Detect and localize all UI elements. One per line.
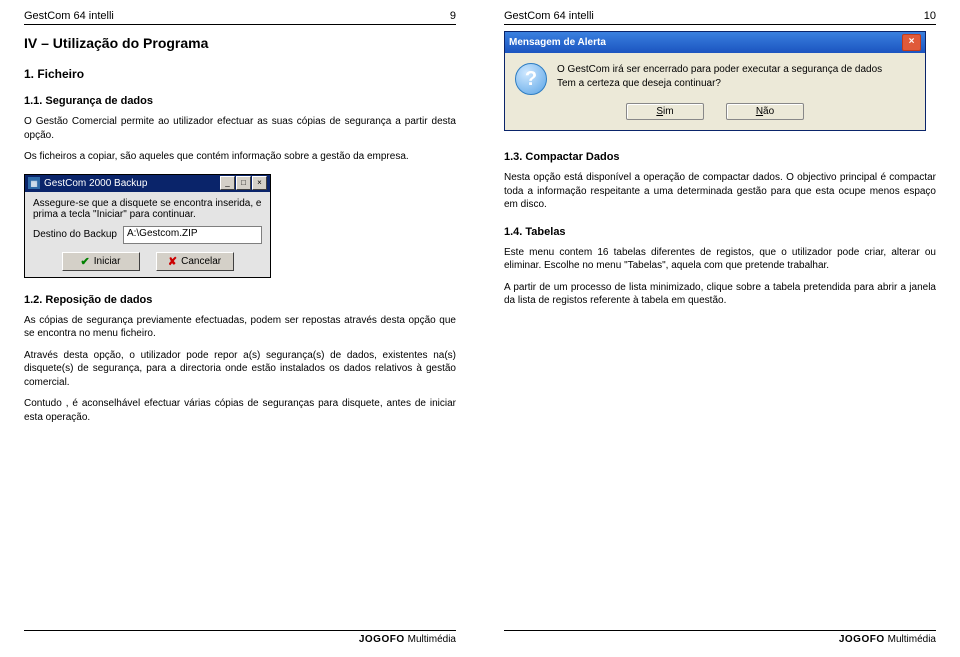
- cancel-label: Cancelar: [181, 256, 221, 267]
- minimize-button[interactable]: _: [220, 176, 235, 190]
- alert-close-button[interactable]: ×: [902, 34, 921, 51]
- page-right: GestCom 64 intelli 10 Mensagem de Alerta…: [480, 0, 960, 657]
- x-icon: ✘: [168, 255, 177, 268]
- start-label: Iniciar: [94, 256, 121, 267]
- header-title: GestCom 64 intelli: [24, 10, 114, 22]
- alert-message: O GestCom irá ser encerrado para poder e…: [557, 63, 915, 95]
- alert-line1: O GestCom irá ser encerrado para poder e…: [557, 63, 915, 77]
- header-row: GestCom 64 intelli 9: [24, 10, 456, 25]
- heading-compactar: 1.3. Compactar Dados: [504, 151, 936, 163]
- backup-dialog: ▦ GestCom 2000 Backup _ □ × Assegure-se …: [24, 174, 271, 278]
- para-1: O Gestão Comercial permite ao utilizador…: [24, 115, 456, 142]
- header-title-right: GestCom 64 intelli: [504, 10, 594, 22]
- page-number-right: 10: [924, 10, 936, 22]
- page-left: GestCom 64 intelli 9 IV – Utilização do …: [0, 0, 480, 657]
- footer-logo: JOGOFO: [359, 634, 405, 645]
- page-number: 9: [450, 10, 456, 22]
- para-6: Nesta opção está disponível a operação d…: [504, 171, 936, 212]
- maximize-button[interactable]: □: [236, 176, 251, 190]
- alert-line2: Tem a certeza que deseja continuar?: [557, 77, 915, 91]
- para-7: Este menu contem 16 tabelas diferentes d…: [504, 246, 936, 273]
- backup-title: GestCom 2000 Backup: [44, 178, 147, 189]
- alert-title: Mensagem de Alerta: [509, 37, 606, 48]
- backup-message: Assegure-se que a disquete se encontra i…: [33, 198, 262, 220]
- backup-titlebar: ▦ GestCom 2000 Backup _ □ ×: [25, 175, 270, 192]
- backup-dest-label: Destino do Backup: [33, 229, 117, 240]
- footer-text-right: Multimédia: [888, 634, 936, 645]
- no-button[interactable]: Não: [726, 103, 804, 120]
- footer: JOGOFO Multimédia: [24, 630, 456, 645]
- backup-dest-input[interactable]: A:\Gestcom.ZIP: [123, 226, 262, 244]
- footer-right: JOGOFO Multimédia: [504, 630, 936, 645]
- heading-reposicao: 1.2. Reposição de dados: [24, 294, 456, 306]
- footer-logo-right: JOGOFO: [839, 634, 885, 645]
- start-button[interactable]: ✔ Iniciar: [62, 252, 140, 271]
- para-5: Contudo , é aconselhável efectuar várias…: [24, 397, 456, 424]
- no-underline: N: [756, 106, 763, 117]
- header-row-right: GestCom 64 intelli 10: [504, 10, 936, 25]
- heading-seguranca: 1.1. Segurança de dados: [24, 95, 456, 107]
- alert-dialog: Mensagem de Alerta × ? O GestCom irá ser…: [504, 31, 926, 131]
- no-rest: ão: [763, 106, 774, 117]
- yes-rest: im: [663, 106, 674, 117]
- alert-body: ? O GestCom irá ser encerrado para poder…: [505, 53, 925, 103]
- backup-body: Assegure-se que a disquete se encontra i…: [25, 192, 270, 277]
- para-2: Os ficheiros a copiar, são aqueles que c…: [24, 150, 456, 164]
- heading-ficheiro: 1. Ficheiro: [24, 67, 456, 81]
- check-icon: ✔: [81, 255, 90, 268]
- heading-tabelas: 1.4. Tabelas: [504, 226, 936, 238]
- para-3: As cópias de segurança previamente efect…: [24, 314, 456, 341]
- close-button[interactable]: ×: [252, 176, 267, 190]
- backup-dest-field: Destino do Backup A:\Gestcom.ZIP: [33, 226, 262, 244]
- alert-titlebar: Mensagem de Alerta ×: [505, 32, 925, 53]
- chapter-title: IV – Utilização do Programa: [24, 35, 456, 51]
- question-icon: ?: [515, 63, 547, 95]
- cancel-button[interactable]: ✘ Cancelar: [156, 252, 234, 271]
- para-8: A partir de um processo de lista minimiz…: [504, 281, 936, 308]
- app-icon: ▦: [28, 177, 40, 189]
- para-4: Através desta opção, o utilizador pode r…: [24, 349, 456, 390]
- yes-button[interactable]: Sim: [626, 103, 704, 120]
- footer-text: Multimédia: [408, 634, 456, 645]
